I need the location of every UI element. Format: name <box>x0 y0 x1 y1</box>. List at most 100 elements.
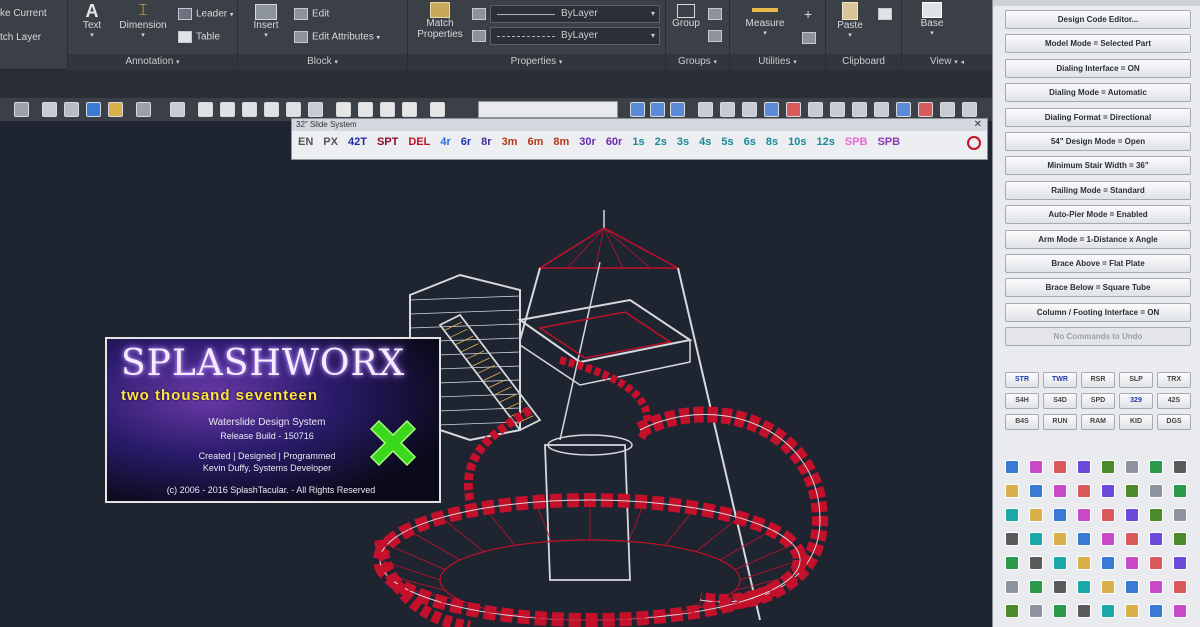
part-code-s4h[interactable]: S4H <box>1005 393 1039 409</box>
tool-icon[interactable] <box>1125 556 1139 570</box>
tool-icon[interactable] <box>1173 484 1187 498</box>
slide-code-spb[interactable]: SPB <box>845 136 868 148</box>
tool-icon[interactable] <box>1101 508 1115 522</box>
text-button[interactable]: A Text ▾ <box>76 2 108 39</box>
toolbar-tool-icon[interactable] <box>720 102 735 117</box>
tool-icon[interactable] <box>1149 580 1163 594</box>
slide-code-3s[interactable]: 3s <box>677 136 689 148</box>
slide-code-px[interactable]: PX <box>323 136 338 148</box>
part-code-slp[interactable]: SLP <box>1119 372 1153 388</box>
slide-code-10s[interactable]: 10s <box>788 136 806 148</box>
slide-code-en[interactable]: EN <box>298 136 313 148</box>
tool-icon[interactable] <box>1173 580 1187 594</box>
slide-code-6m[interactable]: 6m <box>527 136 543 148</box>
match-properties-button[interactable]: Match Properties <box>412 2 468 40</box>
tool-icon[interactable] <box>1053 460 1067 474</box>
toolbar-tool-icon[interactable] <box>358 102 373 117</box>
tool-icon[interactable] <box>1149 508 1163 522</box>
slide-code-6r[interactable]: 6r <box>461 136 471 148</box>
tool-icon[interactable] <box>1053 484 1067 498</box>
toolbar-tool-icon[interactable] <box>136 102 151 117</box>
tool-icon[interactable] <box>1029 604 1043 618</box>
toolbar-tool-icon[interactable] <box>874 102 889 117</box>
toolbar-tool-icon[interactable] <box>896 102 911 117</box>
tool-icon[interactable] <box>1101 484 1115 498</box>
command-button-13[interactable]: No Commands to Undo <box>1005 327 1191 347</box>
toolbar-tool-icon[interactable] <box>852 102 867 117</box>
tool-icon[interactable] <box>1101 604 1115 618</box>
tool-icon[interactable] <box>1101 580 1115 594</box>
command-button-6[interactable]: Minimum Stair Width = 36" <box>1005 156 1191 176</box>
panel-title-groups[interactable]: Groups ▾ <box>666 54 729 70</box>
tool-icon[interactable] <box>1125 532 1139 546</box>
part-code-rsr[interactable]: RSR <box>1081 372 1115 388</box>
slide-code-3m[interactable]: 3m <box>502 136 518 148</box>
lineweight-dropdown[interactable]: ByLayer ▾ <box>490 27 660 45</box>
slide-code-6s[interactable]: 6s <box>744 136 756 148</box>
toolbar-tool-icon[interactable] <box>108 102 123 117</box>
block-edit-button[interactable]: Edit <box>294 8 329 20</box>
slide-code-spt[interactable]: SPT <box>377 136 398 148</box>
command-button-3[interactable]: Dialing Mode = Automatic <box>1005 83 1191 103</box>
linetype-dropdown[interactable]: ByLayer ▾ <box>490 5 660 23</box>
tool-icon[interactable] <box>1077 484 1091 498</box>
toolbar-tool-icon[interactable] <box>86 102 101 117</box>
slide-code-30r[interactable]: 30r <box>579 136 596 148</box>
slide-code-8r[interactable]: 8r <box>481 136 491 148</box>
tool-icon[interactable] <box>1125 484 1139 498</box>
command-button-1[interactable]: Model Mode = Selected Part <box>1005 34 1191 54</box>
part-code-42s[interactable]: 42S <box>1157 393 1191 409</box>
part-code-trx[interactable]: TRX <box>1157 372 1191 388</box>
calculator-icon[interactable] <box>802 32 816 44</box>
toolbar-tool-icon[interactable] <box>264 102 279 117</box>
slide-code-8m[interactable]: 8m <box>553 136 569 148</box>
tool-icon[interactable] <box>1005 484 1019 498</box>
tool-icon[interactable] <box>1029 580 1043 594</box>
slide-code-1s[interactable]: 1s <box>632 136 644 148</box>
leader-button[interactable]: Leader ▾ <box>178 8 233 20</box>
slide-code-60r[interactable]: 60r <box>606 136 623 148</box>
slide-code-5s[interactable]: 5s <box>721 136 733 148</box>
tool-icon[interactable] <box>1173 508 1187 522</box>
ungroup-icon[interactable] <box>708 8 722 20</box>
tool-icon[interactable] <box>1005 532 1019 546</box>
command-button-12[interactable]: Column / Footing Interface = ON <box>1005 302 1191 322</box>
toolbar-tool-icon[interactable] <box>830 102 845 117</box>
tool-icon[interactable] <box>1029 460 1043 474</box>
tool-icon[interactable] <box>1029 556 1043 570</box>
tool-icon[interactable] <box>1005 508 1019 522</box>
toolbar-tool-icon[interactable] <box>14 102 29 117</box>
tool-icon[interactable] <box>1077 556 1091 570</box>
tool-icon[interactable] <box>1005 460 1019 474</box>
tool-icon[interactable] <box>1149 460 1163 474</box>
tool-icon[interactable] <box>1077 532 1091 546</box>
toolbar-tool-icon[interactable] <box>308 102 323 117</box>
tool-icon[interactable] <box>1029 532 1043 546</box>
command-button-10[interactable]: Brace Above = Flat Plate <box>1005 254 1191 273</box>
panel-title-view[interactable]: View ▾ ◂ <box>902 54 992 70</box>
part-code-run[interactable]: RUN <box>1043 414 1077 430</box>
toolbar-tool-icon[interactable] <box>286 102 301 117</box>
group-edit-icon[interactable] <box>708 30 722 42</box>
toolbar-tool-icon[interactable] <box>670 102 685 117</box>
tool-icon[interactable] <box>1077 580 1091 594</box>
part-code-str[interactable]: STR <box>1005 372 1039 388</box>
toolbar-tool-icon[interactable] <box>64 102 79 117</box>
tool-icon[interactable] <box>1125 508 1139 522</box>
panel-title-properties[interactable]: Properties ▾ <box>408 54 665 70</box>
tool-icon[interactable] <box>1077 508 1091 522</box>
command-button-7[interactable]: Railing Mode = Standard <box>1005 180 1191 200</box>
tool-icon[interactable] <box>1005 556 1019 570</box>
slide-code-4s[interactable]: 4s <box>699 136 711 148</box>
tool-icon[interactable] <box>1029 484 1043 498</box>
paste-button[interactable]: Paste ▾ <box>832 2 868 39</box>
command-button-9[interactable]: Arm Mode = 1-Distance x Angle <box>1005 229 1191 249</box>
panel-title-utilities[interactable]: Utilities ▾ <box>730 54 825 70</box>
toolbar-tool-icon[interactable] <box>630 102 645 117</box>
toolbar-tool-icon[interactable] <box>650 102 665 117</box>
close-icon[interactable]: ✕ <box>974 119 982 131</box>
slide-palette-settings-icon[interactable] <box>967 136 981 150</box>
command-button-5[interactable]: 54" Design Mode = Open <box>1005 132 1191 151</box>
toolbar-tool-icon[interactable] <box>380 102 395 117</box>
tool-icon[interactable] <box>1053 532 1067 546</box>
